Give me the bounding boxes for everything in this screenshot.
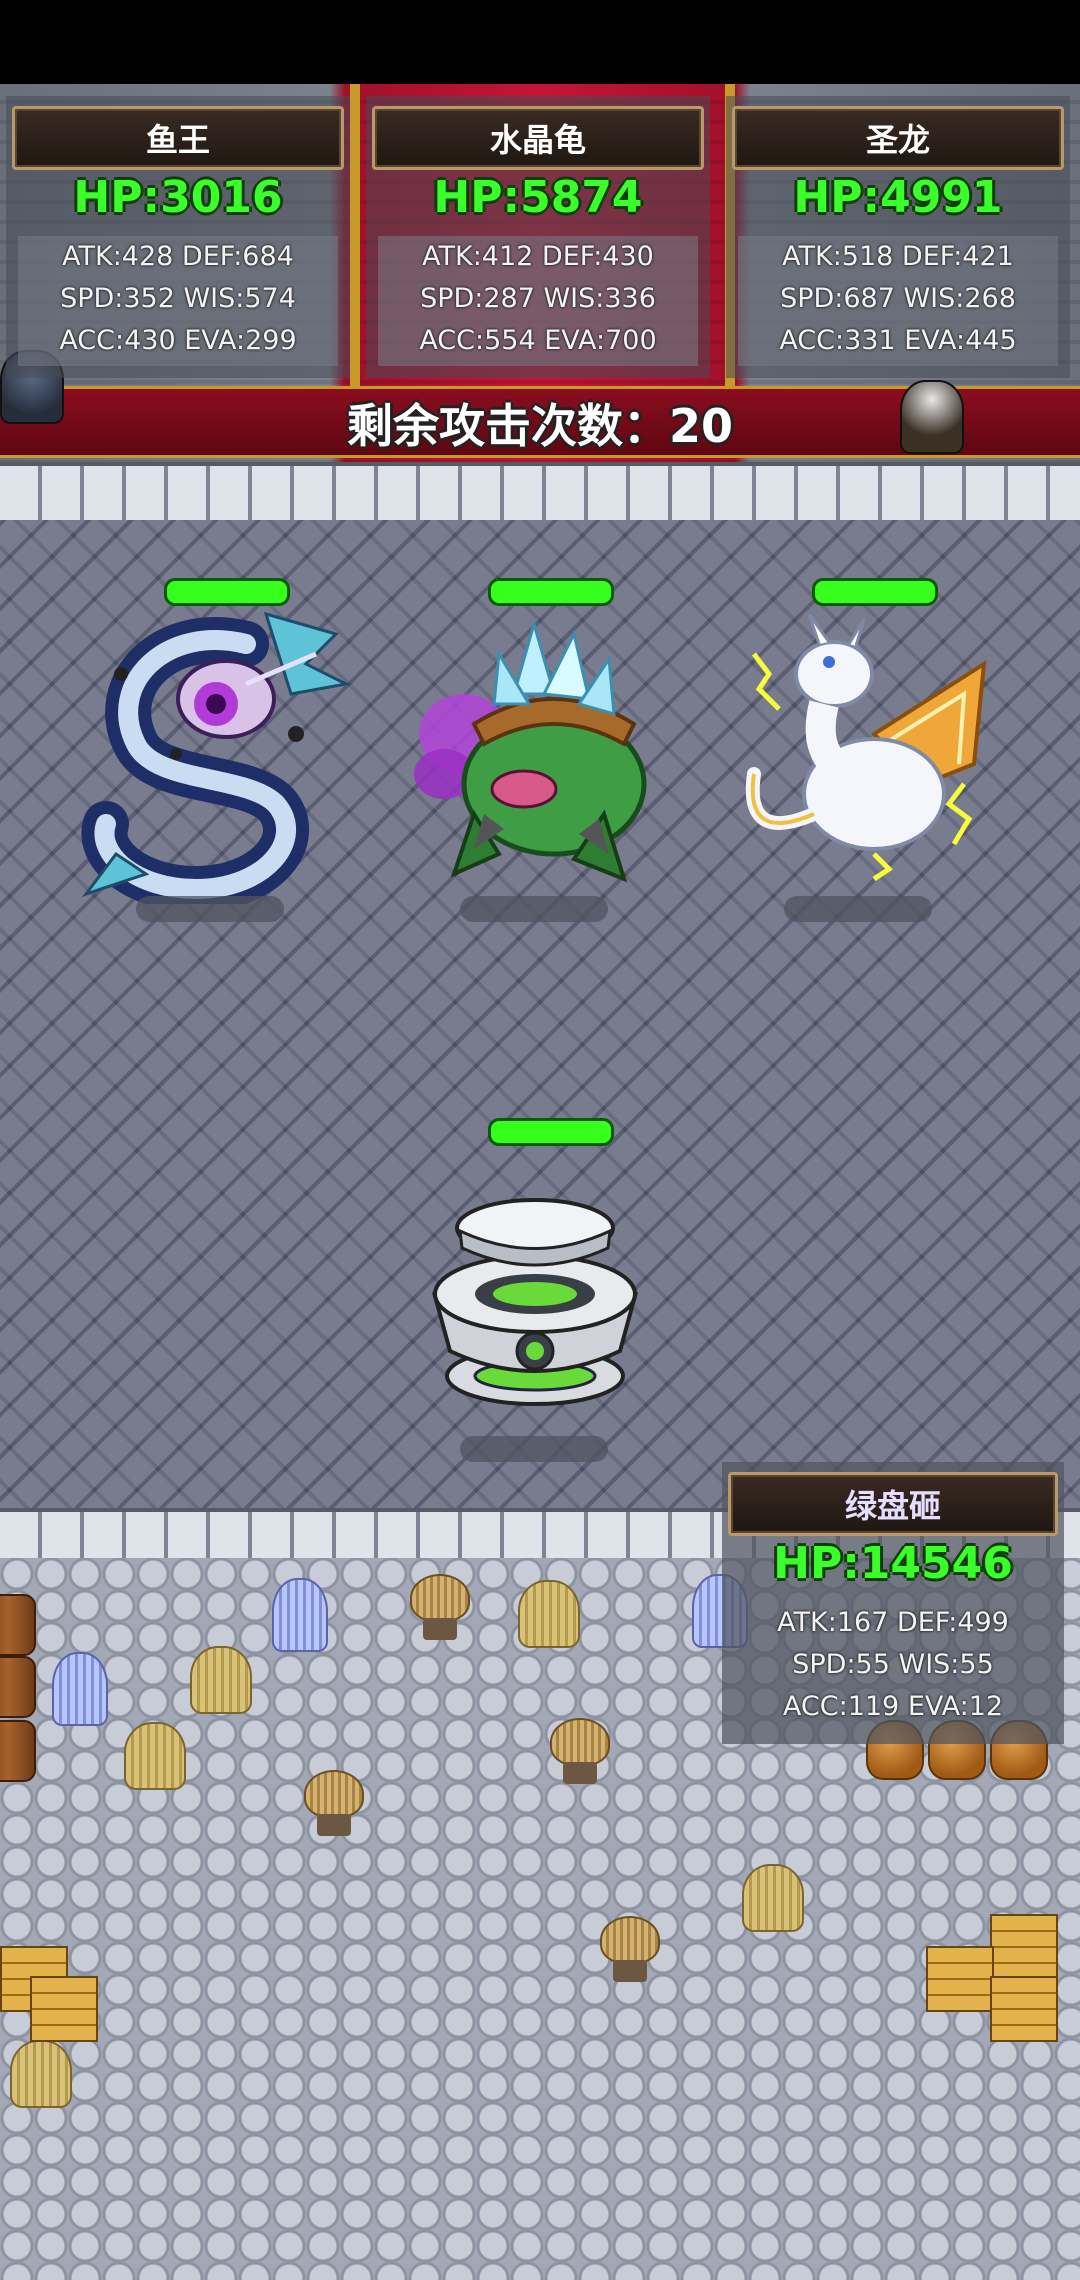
crate-icon — [990, 1976, 1058, 2042]
barrel-icon — [0, 1594, 36, 1656]
stat-line: ATK:428 DEF:684 — [62, 241, 294, 272]
enemy-stats: ATK:412 DEF:430 SPD:287 WIS:336 ACC:554 … — [378, 236, 698, 366]
barrel-icon — [0, 1720, 36, 1782]
haystack-icon — [124, 1722, 186, 1790]
gold-pillar-left — [350, 84, 360, 424]
enemy-hp-bar — [488, 578, 614, 606]
villager-icon — [600, 1916, 660, 1982]
crate-icon — [926, 1946, 994, 2012]
crystal-turtle-icon[interactable] — [404, 614, 674, 894]
haystack-icon — [742, 1864, 804, 1932]
ghost-villager-icon — [272, 1578, 328, 1652]
monster-shadow — [136, 896, 284, 922]
green-disc-robot-icon[interactable] — [420, 1186, 650, 1416]
stat-line: ATK:412 DEF:430 — [422, 241, 654, 272]
player-stats: ATK:167 DEF:499 SPD:55 WIS:55 ACC:119 EV… — [734, 1602, 1052, 1732]
player-card[interactable]: 绿盘砸 HP:14546 ATK:167 DEF:499 SPD:55 WIS:… — [722, 1462, 1064, 1744]
game-screen: 鱼王 HP:3016 ATK:428 DEF:684 SPD:352 WIS:5… — [0, 0, 1080, 2280]
player-name: 绿盘砸 — [728, 1472, 1058, 1536]
stat-line: SPD:287 WIS:336 — [420, 283, 656, 314]
stat-line: ACC:430 EVA:299 — [59, 325, 297, 356]
remaining-attacks: 剩余攻击次数：20 — [346, 399, 733, 453]
stat-line: ACC:119 EVA:12 — [782, 1691, 1004, 1722]
player-hp: HP:14546 — [773, 1538, 1013, 1589]
enemy-hp-bar — [812, 578, 938, 606]
stat-line: ATK:518 DEF:421 — [782, 241, 1014, 272]
stat-line: SPD:55 WIS:55 — [792, 1649, 994, 1680]
haystack-icon — [518, 1580, 580, 1648]
monster-shadow — [460, 1436, 608, 1462]
status-bar — [0, 0, 1080, 84]
villager-icon — [410, 1574, 470, 1640]
stat-line: SPD:352 WIS:574 — [60, 283, 296, 314]
crate-icon — [30, 1976, 98, 2042]
enemy-card-1[interactable]: 鱼王 HP:3016 ATK:428 DEF:684 SPD:352 WIS:5… — [6, 96, 350, 378]
barrel-icon — [0, 1656, 36, 1718]
crate-icon — [990, 1914, 1058, 1980]
sea-serpent-dragon-icon[interactable] — [76, 604, 356, 904]
player-hp-bar — [488, 1118, 614, 1146]
stat-line: SPD:687 WIS:268 — [780, 283, 1016, 314]
monster-shadow — [784, 896, 932, 922]
villager-icon — [304, 1770, 364, 1836]
holy-white-dragon-icon[interactable] — [724, 614, 1004, 894]
enemy-hp: HP:5874 — [433, 172, 643, 223]
monster-shadow — [460, 896, 608, 922]
enemy-stats: ATK:428 DEF:684 SPD:352 WIS:574 ACC:430 … — [18, 236, 338, 366]
stat-line: ACC:331 EVA:445 — [779, 325, 1017, 356]
haystack-icon — [190, 1646, 252, 1714]
enemy-hp-bar — [164, 578, 290, 606]
enemy-card-2[interactable]: 水晶龟 HP:5874 ATK:412 DEF:430 SPD:287 WIS:… — [366, 96, 710, 378]
enemy-name: 圣龙 — [732, 106, 1064, 170]
enemy-hp: HP:4991 — [793, 172, 1003, 223]
stat-line: ACC:554 EVA:700 — [419, 325, 657, 356]
villager-icon — [550, 1718, 610, 1784]
enemy-hp: HP:3016 — [73, 172, 283, 223]
enemy-name: 鱼王 — [12, 106, 344, 170]
stat-line: ATK:167 DEF:499 — [777, 1607, 1009, 1638]
enemy-stats: ATK:518 DEF:421 SPD:687 WIS:268 ACC:331 … — [738, 236, 1058, 366]
ghost-villager-icon — [52, 1652, 108, 1726]
enemy-card-3[interactable]: 圣龙 HP:4991 ATK:518 DEF:421 SPD:687 WIS:2… — [726, 96, 1070, 378]
haystack-icon — [10, 2040, 72, 2108]
enemy-name: 水晶龟 — [372, 106, 704, 170]
